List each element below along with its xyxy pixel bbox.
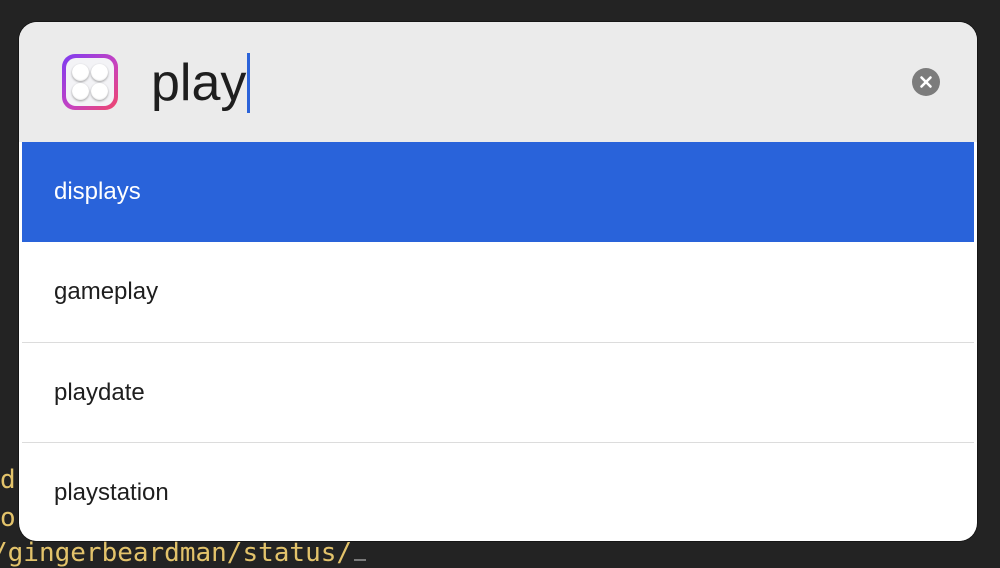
launcher-panel: play displays gameplay playdate playstat… [19, 22, 977, 541]
terminal-line: d [0, 465, 16, 495]
terminal-cursor [354, 559, 367, 561]
results-list: displays gameplay playdate playstation [22, 142, 974, 541]
terminal-line: /gingerbeardman/status/ [0, 538, 367, 568]
clear-search-button[interactable] [912, 68, 940, 96]
result-item[interactable]: playstation [22, 442, 974, 541]
search-input[interactable]: play [151, 48, 251, 118]
close-circle-icon [920, 76, 932, 88]
search-input-text: play [151, 54, 247, 112]
terminal-line-text: /gingerbeardman/status/ [0, 538, 353, 568]
result-item[interactable]: gameplay [22, 242, 974, 342]
result-item-selected[interactable]: displays [22, 142, 974, 242]
app-grid-icon [62, 54, 118, 110]
text-caret [247, 53, 251, 113]
search-bar: play [19, 22, 977, 142]
result-item[interactable]: playdate [22, 342, 974, 442]
terminal-line: o [0, 503, 16, 533]
